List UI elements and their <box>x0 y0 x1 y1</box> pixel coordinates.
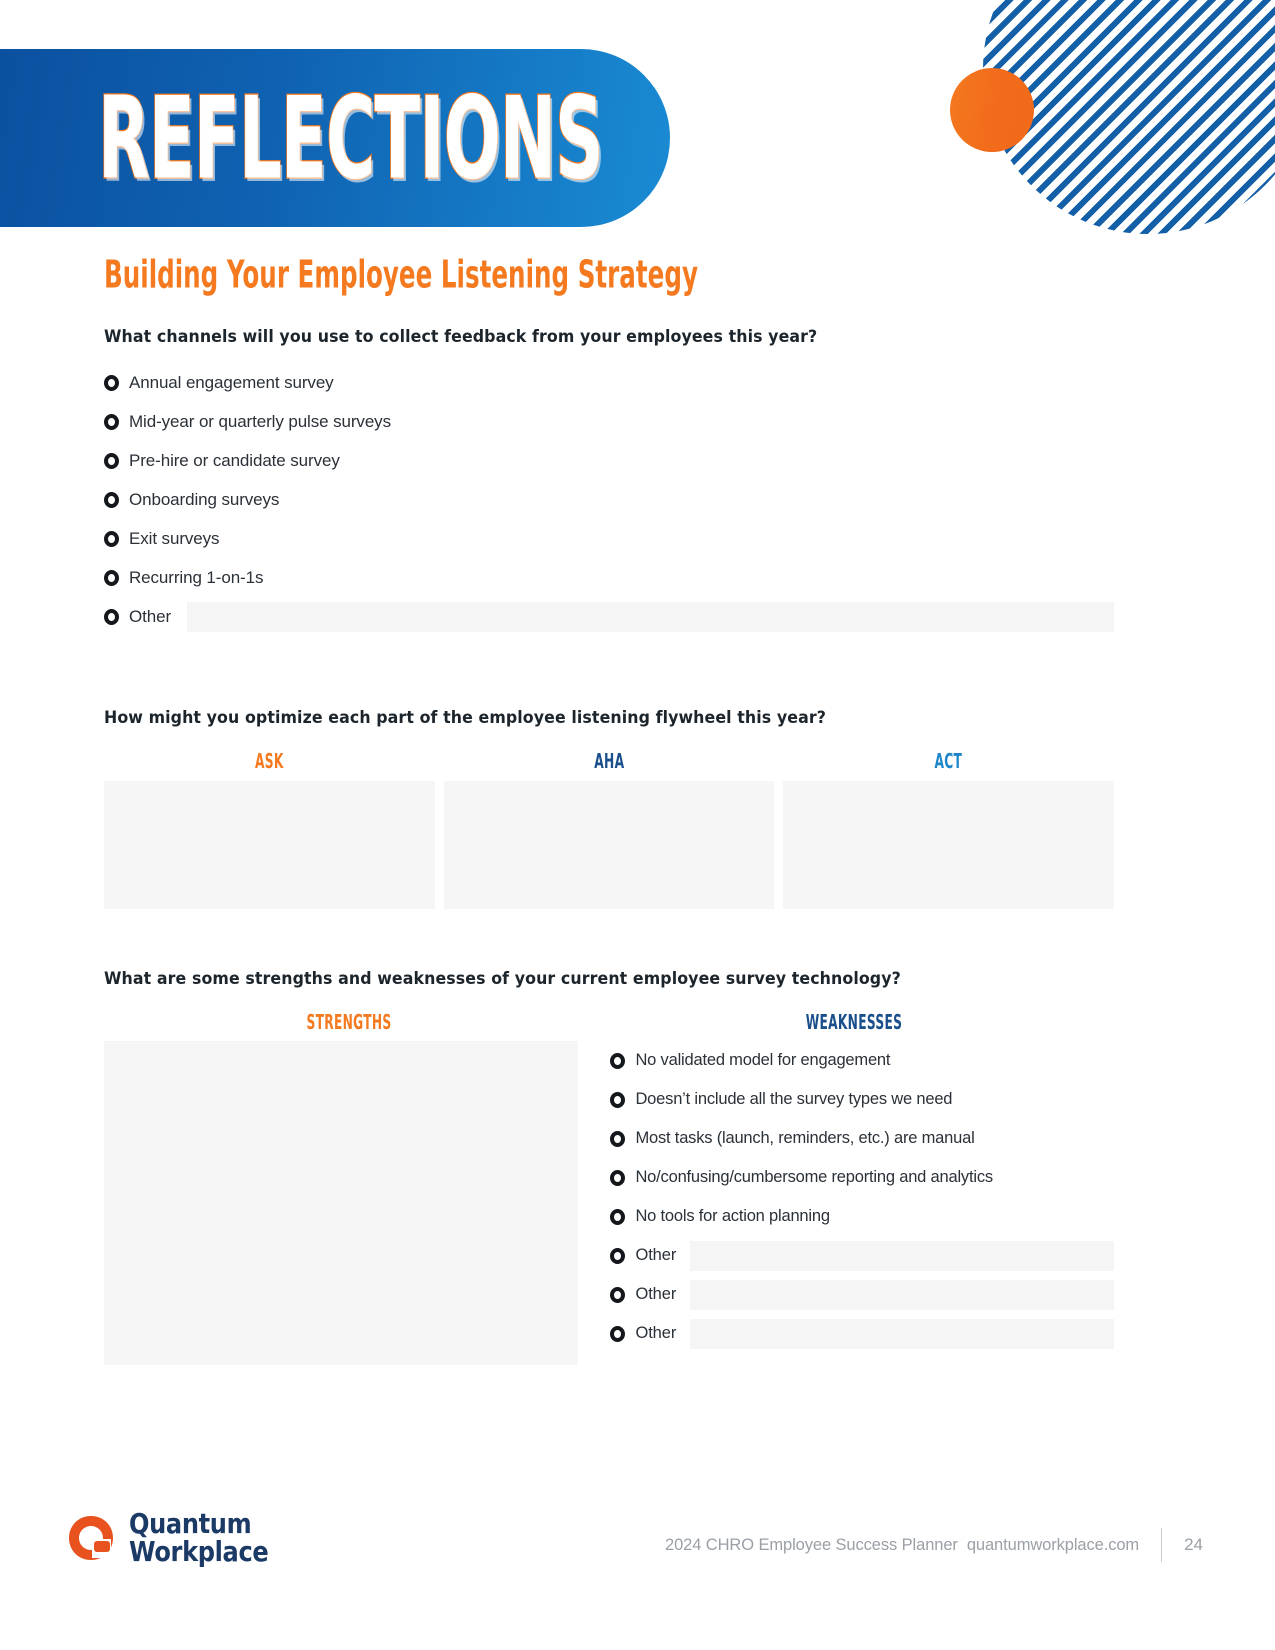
strengths-weaknesses-headers: STRENGTHS WEAKNESSES <box>104 1011 1114 1035</box>
option-label: Mid-year or quarterly pulse surveys <box>129 411 391 431</box>
page-footer: Quantum Workplace 2024 CHRO Employee Suc… <box>0 1504 1275 1578</box>
page-content: Building Your Employee Listening Strateg… <box>104 253 1115 1365</box>
channel-other-input[interactable] <box>187 601 1114 632</box>
footer-website-url[interactable]: quantumworkplace.com <box>967 1536 1139 1555</box>
footer-document-title: 2024 CHRO Employee Success Planner <box>665 1535 958 1554</box>
list-item[interactable]: No tools for action planning <box>610 1197 1114 1236</box>
strengths-textarea[interactable] <box>104 1041 579 1365</box>
quantum-workplace-logo: Quantum Workplace <box>64 1510 291 1566</box>
checkbox-ring-icon[interactable] <box>104 374 119 391</box>
checkbox-ring-icon[interactable] <box>610 1247 626 1264</box>
flywheel-header-act: ACT <box>934 750 963 774</box>
checkbox-ring-icon[interactable] <box>610 1286 626 1303</box>
flywheel-textarea-act[interactable] <box>783 781 1115 909</box>
option-label: Annual engagement survey <box>129 372 334 392</box>
option-label: No/confusing/cumbersome reporting and an… <box>635 1168 993 1186</box>
list-item[interactable]: No/confusing/cumbersome reporting and an… <box>610 1158 1114 1197</box>
question-channels: What channels will you use to collect fe… <box>104 327 818 347</box>
list-item[interactable]: No validated model for engagement <box>610 1041 1114 1080</box>
quantum-logo-mark-icon <box>69 1516 113 1560</box>
checkbox-ring-icon[interactable] <box>610 1052 626 1069</box>
list-item[interactable]: Onboarding surveys <box>104 480 1114 519</box>
strengths-header: STRENGTHS <box>306 1011 392 1035</box>
logo-line-2: Workplace <box>129 1535 269 1568</box>
weakness-other-input-1[interactable] <box>690 1240 1114 1271</box>
list-item[interactable]: Doesn’t include all the survey types we … <box>610 1080 1114 1119</box>
checkbox-ring-icon[interactable] <box>610 1091 626 1108</box>
other-label: Other <box>635 1324 677 1342</box>
other-label: Other <box>129 606 172 626</box>
logo-line-1: Quantum <box>129 1507 252 1540</box>
option-label: No validated model for engagement <box>635 1051 891 1069</box>
list-item[interactable]: Most tasks (launch, reminders, etc.) are… <box>610 1119 1114 1158</box>
flywheel-column-headers: ASK AHA ACT <box>104 750 1114 774</box>
strengths-weaknesses-body: No validated model for engagement Doesn’… <box>104 1041 1114 1365</box>
weakness-other-row[interactable]: Other <box>610 1275 1114 1314</box>
checkbox-ring-icon[interactable] <box>104 413 119 430</box>
option-label: Pre-hire or candidate survey <box>129 450 340 470</box>
checkbox-ring-icon[interactable] <box>104 608 119 625</box>
page-number: 24 <box>1184 1535 1203 1554</box>
checkbox-ring-icon[interactable] <box>610 1208 626 1225</box>
flywheel-header-ask: ASK <box>255 750 284 774</box>
option-label: Doesn’t include all the survey types we … <box>635 1090 953 1108</box>
weaknesses-header: WEAKNESSES <box>805 1011 903 1035</box>
quantum-logo-text: Quantum Workplace <box>129 1507 269 1568</box>
list-item[interactable]: Mid-year or quarterly pulse surveys <box>104 402 1114 441</box>
reflections-worksheet-page: REFLECTIONS Building Your Employee Liste… <box>0 0 1275 1650</box>
option-label: Exit surveys <box>129 528 220 548</box>
checkbox-ring-icon[interactable] <box>104 452 119 469</box>
checkbox-ring-icon[interactable] <box>610 1325 626 1342</box>
flywheel-textarea-ask[interactable] <box>104 781 435 909</box>
question-flywheel: How might you optimize each part of the … <box>104 708 827 728</box>
footer-meta: 2024 CHRO Employee Success Planner quant… <box>665 1528 1203 1562</box>
option-label: Recurring 1-on-1s <box>129 567 264 587</box>
list-item[interactable]: Recurring 1-on-1s <box>104 558 1114 597</box>
list-item[interactable]: Pre-hire or candidate survey <box>104 441 1114 480</box>
flywheel-answer-boxes <box>104 781 1115 909</box>
weakness-other-row[interactable]: Other <box>610 1314 1114 1353</box>
page-title: Building Your Employee Listening Strateg… <box>104 253 699 298</box>
weakness-other-row[interactable]: Other <box>610 1236 1114 1275</box>
flywheel-header-aha: AHA <box>593 750 625 774</box>
checkbox-ring-icon[interactable] <box>104 491 119 508</box>
option-label: Onboarding surveys <box>129 489 280 509</box>
footer-divider <box>1161 1528 1163 1562</box>
checkbox-ring-icon[interactable] <box>104 530 119 547</box>
weaknesses-options-list: No validated model for engagement Doesn’… <box>610 1041 1114 1365</box>
option-label: Most tasks (launch, reminders, etc.) are… <box>635 1129 975 1147</box>
orange-circle-decoration <box>950 68 1034 152</box>
checkbox-ring-icon[interactable] <box>610 1169 626 1186</box>
flywheel-textarea-aha[interactable] <box>443 781 775 909</box>
other-label: Other <box>635 1246 677 1264</box>
weakness-other-input-3[interactable] <box>690 1318 1114 1349</box>
other-label: Other <box>635 1285 677 1303</box>
weakness-other-input-2[interactable] <box>690 1279 1114 1310</box>
channel-other-row[interactable]: Other <box>104 597 1114 636</box>
banner-title: REFLECTIONS <box>97 72 604 207</box>
channel-options-list: Annual engagement survey Mid-year or qua… <box>104 363 1114 636</box>
checkbox-ring-icon[interactable] <box>104 569 119 586</box>
list-item[interactable]: Exit surveys <box>104 519 1114 558</box>
header-banner: REFLECTIONS <box>0 49 670 227</box>
list-item[interactable]: Annual engagement survey <box>104 363 1114 402</box>
option-label: No tools for action planning <box>635 1207 830 1225</box>
checkbox-ring-icon[interactable] <box>610 1130 626 1147</box>
question-tech: What are some strengths and weaknesses o… <box>104 969 901 989</box>
